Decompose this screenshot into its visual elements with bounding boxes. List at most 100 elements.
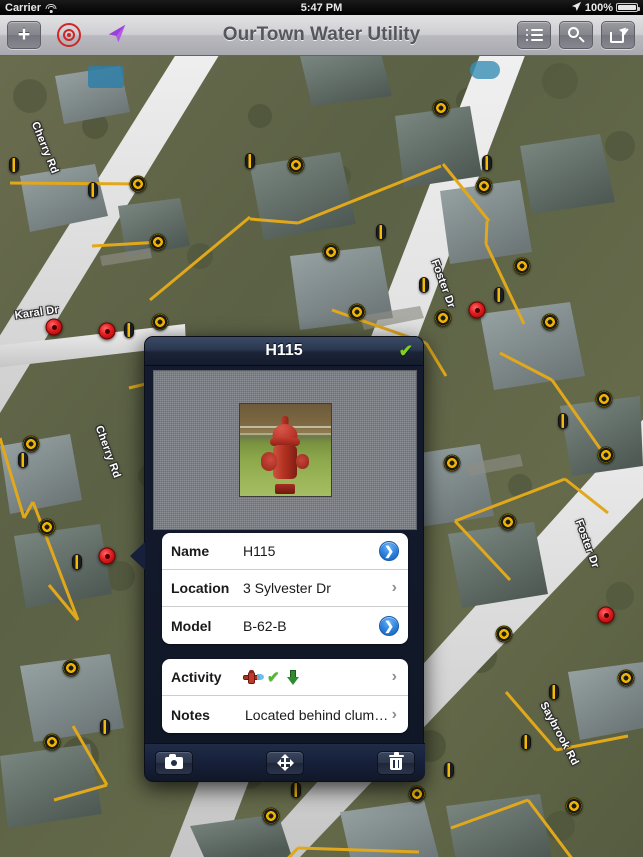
status-bar: Carrier 5:47 PM 100% [0,0,643,15]
map-marker-meter[interactable] [597,446,615,464]
battery-full-icon [616,3,640,12]
field-value: B-62-B [243,617,287,634]
record-target-icon [57,23,81,47]
map-marker-meter[interactable] [129,175,147,193]
asset-detail-callout: H115 ✔ Name H115 ❯ Location 3 Sylvester … [144,336,425,782]
navbar-left-group: + [0,20,137,50]
field-label: Location [171,580,230,596]
share-icon [609,24,630,43]
camera-button[interactable] [155,750,193,775]
map-marker-meter[interactable] [443,454,461,472]
hydrant-illustration [261,416,309,494]
add-button[interactable]: + [7,21,41,49]
list-view-button[interactable] [517,21,551,49]
callout-toolbar [145,743,425,781]
app-root: Carrier 5:47 PM 100% + OurTown Water Uti… [0,0,643,857]
move-asset-button[interactable] [266,750,304,775]
green-check-icon: ✔ [398,341,413,361]
field-label: Notes [171,706,210,723]
map-marker-meter[interactable] [595,390,613,408]
secondary-field-group: Activity ✔ › Notes Located behind clump … [162,659,408,733]
status-bar-time: 5:47 PM [300,1,343,14]
field-row-notes[interactable]: Notes Located behind clump ... › [162,696,408,733]
field-row-activity[interactable]: Activity ✔ › [162,659,408,696]
chevron-right-icon: › [391,579,397,596]
map-marker-meter[interactable] [348,303,366,321]
map-marker-meter[interactable] [151,313,169,331]
map-marker-meter[interactable] [541,313,559,331]
map-marker-hydrant[interactable] [597,606,615,624]
map-marker-meter[interactable] [565,797,583,815]
chevron-right-icon: › [391,705,397,723]
map-marker-valve[interactable] [376,224,386,240]
field-value: H115 [243,543,276,559]
map-marker-meter[interactable] [475,177,493,195]
blue-disclosure-icon[interactable]: ❯ [379,615,399,636]
activity-icons: ✔ [243,669,392,685]
field-row-model[interactable]: Model B-62-B ❯ [162,607,408,644]
field-label: Model [171,617,212,634]
green-down-arrow-icon [286,669,300,685]
search-icon [568,27,585,43]
map-marker-meter[interactable] [43,733,61,751]
field-value: 3 Sylvester Dr [243,580,331,596]
map-marker-meter[interactable] [22,435,40,453]
map-marker-valve[interactable] [494,287,504,303]
map-marker-meter[interactable] [262,807,280,825]
map-marker-valve[interactable] [444,762,454,778]
map-marker-meter[interactable] [408,785,426,803]
field-label: Name [171,543,210,559]
navbar-right-group [517,21,643,49]
delete-button[interactable] [377,750,415,775]
map-marker-meter[interactable] [38,518,56,536]
map-marker-hydrant[interactable] [468,301,486,319]
map-marker-valve[interactable] [100,719,110,735]
map-marker-meter[interactable] [434,309,452,327]
field-row-name[interactable]: Name H115 ❯ [162,533,408,570]
blue-disclosure-icon[interactable]: ❯ [379,541,399,561]
map-marker-meter[interactable] [499,513,517,531]
gps-locate-button[interactable] [97,20,137,50]
list-icon [525,28,543,42]
field-row-location[interactable]: Location 3 Sylvester Dr › [162,570,408,607]
map-marker-meter[interactable] [495,625,513,643]
map-marker-valve[interactable] [558,413,568,429]
share-button[interactable] [601,21,635,49]
map-marker-meter[interactable] [513,257,531,275]
map-marker-meter[interactable] [149,233,167,251]
map-marker-meter[interactable] [432,99,450,117]
record-target-button[interactable] [49,20,89,50]
map-marker-valve[interactable] [72,554,82,570]
map-marker-valve[interactable] [9,157,19,173]
map-marker-hydrant[interactable] [45,318,63,336]
map-marker-valve[interactable] [18,452,28,468]
callout-title: H115 [265,342,303,359]
map-marker-meter[interactable] [62,659,80,677]
map-marker-valve[interactable] [549,684,559,700]
map-marker-valve[interactable] [88,182,98,198]
plus-icon: + [17,23,31,46]
map-marker-hydrant[interactable] [98,547,116,565]
map-marker-valve[interactable] [245,153,255,169]
map-marker-valve[interactable] [482,155,492,171]
map-marker-valve[interactable] [419,277,429,293]
map-marker-hydrant[interactable] [98,322,116,340]
green-check-icon: ✔ [267,669,280,685]
map-marker-meter[interactable] [617,669,635,687]
primary-field-group: Name H115 ❯ Location 3 Sylvester Dr › Mo… [162,533,408,644]
search-button[interactable] [559,21,593,49]
map-marker-valve[interactable] [124,322,134,338]
map-marker-valve[interactable] [521,734,531,750]
chevron-right-icon: › [391,668,397,685]
trash-icon [388,752,404,771]
callout-pointer [130,542,145,570]
map-marker-meter[interactable] [287,156,305,174]
fire-hydrant-photo[interactable] [238,403,332,497]
move-icon [276,754,294,771]
gps-arrow-icon [106,22,128,49]
map-marker-meter[interactable] [322,243,340,261]
navigation-toolbar: + OurTown Water Utility [0,15,643,56]
field-value: Located behind clump ... [245,706,392,723]
map-marker-valve[interactable] [291,782,301,798]
photo-pane[interactable] [153,370,417,530]
